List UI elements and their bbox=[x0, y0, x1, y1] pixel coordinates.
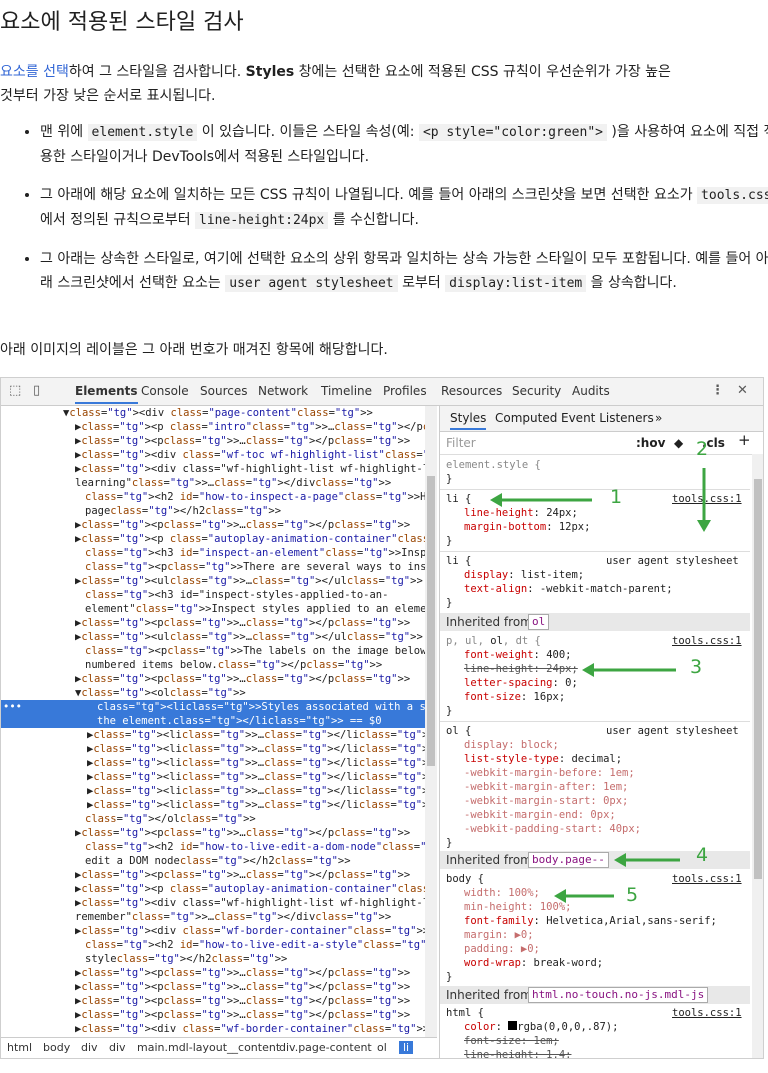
dom-node-line[interactable]: ▶class="tg"><pclass="tg">>…class="tg"></… bbox=[75, 434, 410, 448]
dom-node-line[interactable]: ▶class="tg"><p class="autoplay-animation… bbox=[75, 882, 425, 896]
device-mode-icon[interactable]: ▯ bbox=[33, 383, 40, 398]
dom-node-line[interactable]: class="tg"><h3 id="inspect-an-element"cl… bbox=[85, 546, 425, 560]
dom-node-line[interactable]: ▶class="tg"><pclass="tg">>…class="tg"></… bbox=[75, 1008, 410, 1022]
tab-resources[interactable]: Resources bbox=[441, 384, 502, 398]
annotation-arrows bbox=[490, 468, 711, 903]
dom-node-line[interactable]: ▶class="tg"><pclass="tg">>…class="tg"></… bbox=[75, 966, 410, 980]
select-element-link[interactable]: 요소를 선택 bbox=[0, 64, 69, 80]
dom-node-line[interactable]: ▶class="tg"><p class="intro"class="tg">>… bbox=[75, 420, 425, 434]
dom-node-line[interactable]: class="tg"><h2 id="how-to-inspect-a-page… bbox=[85, 490, 425, 504]
intro-paragraph: 요소를 선택하여 그 스타일을 검사합니다. Styles 창에는 선택한 요소… bbox=[0, 64, 671, 104]
tab-profiles[interactable]: Profiles bbox=[383, 384, 427, 398]
dom-node-line[interactable]: class="tg"><h2 id="how-to-live-edit-a-do… bbox=[85, 840, 425, 854]
breadcrumb-item[interactable]: div bbox=[109, 1041, 126, 1054]
dom-node-line[interactable]: class="tg"><pclass="tg">>There are sever… bbox=[85, 560, 425, 574]
more-menu-icon[interactable]: ⋮ bbox=[711, 383, 724, 398]
dom-node-line[interactable]: ▶class="tg"><liclass="tg">>…class="tg"><… bbox=[87, 798, 425, 812]
dom-node-line[interactable]: ▶class="tg"><liclass="tg">>…class="tg"><… bbox=[87, 742, 425, 756]
dom-node-line[interactable]: ▼class="tg"><olclass="tg">> bbox=[75, 686, 246, 700]
explanation-list: 맨 위에 element.style 이 있습니다. 이들은 스타일 속성(예:… bbox=[22, 120, 768, 310]
tab-sources[interactable]: Sources bbox=[200, 384, 247, 398]
devtools-toolbar: ⬚ ▯ Elements Console Sources Network Tim… bbox=[1, 378, 763, 406]
devtools-screenshot: ⬚ ▯ Elements Console Sources Network Tim… bbox=[0, 377, 764, 1059]
dom-node-line[interactable]: ▶class="tg"><pclass="tg">>…class="tg"></… bbox=[75, 672, 410, 686]
dom-node-line[interactable]: learning"class="tg">>…class="tg"></divcl… bbox=[75, 476, 391, 490]
tab-console[interactable]: Console bbox=[141, 384, 189, 398]
dom-node-line[interactable]: styleclass="tg"></h2class="tg">> bbox=[85, 952, 287, 966]
dom-tree: ▼class="tg"><div class="page-content"cla… bbox=[1, 406, 425, 1037]
list-item: 맨 위에 element.style 이 있습니다. 이들은 스타일 속성(예:… bbox=[40, 120, 768, 169]
dom-node-line[interactable]: class="tg"><pclass="tg">>The labels on t… bbox=[85, 644, 425, 658]
selected-node-dots: ••• bbox=[3, 701, 22, 713]
breadcrumb-item[interactable]: body bbox=[43, 1041, 70, 1054]
dom-node-line[interactable]: ▶class="tg"><pclass="tg">>…class="tg"></… bbox=[75, 616, 410, 630]
dom-node-line[interactable]: pageclass="tg"></h2class="tg">> bbox=[85, 504, 281, 518]
breadcrumb-item[interactable]: div.page-content bbox=[279, 1041, 372, 1054]
dom-tree-scrollbar[interactable] bbox=[425, 406, 437, 1037]
breadcrumb-item[interactable]: main.mdl-layout__content bbox=[137, 1041, 280, 1054]
breadcrumb-item[interactable]: html bbox=[7, 1041, 32, 1054]
dom-node-line[interactable]: ▶class="tg"><pclass="tg">>…class="tg"></… bbox=[75, 826, 410, 840]
inspect-element-icon[interactable]: ⬚ bbox=[9, 383, 21, 398]
dom-node-line[interactable]: ▼class="tg"><div class="page-content"cla… bbox=[63, 406, 373, 420]
dom-node-line[interactable]: numbered items below.class="tg"></pclass… bbox=[85, 658, 382, 672]
dom-node-line[interactable]: element"class="tg">>Inspect styles appli… bbox=[85, 602, 425, 616]
dom-node-selected[interactable]: class="tg"><liclass="tg">>Styles associa… bbox=[1, 700, 425, 714]
dom-node-selected[interactable]: the element.class="tg"></liclass="tg">> … bbox=[1, 714, 425, 728]
list-item: 그 아래는 상속한 스타일로, 여기에 선택한 요소의 상위 항목과 일치하는 … bbox=[40, 247, 768, 296]
dom-node-line[interactable]: ▶class="tg"><ulclass="tg">>…class="tg"><… bbox=[75, 630, 423, 644]
dom-node-line[interactable]: ▶class="tg"><div class="wf-toc wf-highli… bbox=[75, 448, 425, 462]
tab-audits[interactable]: Audits bbox=[572, 384, 610, 398]
dom-node-line[interactable]: ▶class="tg"><liclass="tg">>…class="tg"><… bbox=[87, 756, 425, 770]
dom-node-line[interactable]: ▶class="tg"><pclass="tg">>…class="tg"></… bbox=[75, 518, 410, 532]
breadcrumb-item[interactable]: div bbox=[81, 1041, 98, 1054]
dom-node-line[interactable]: ▶class="tg"><div class="wf-border-contai… bbox=[75, 924, 425, 938]
dom-node-line[interactable]: ▶class="tg"><pclass="tg">>…class="tg"></… bbox=[75, 868, 410, 882]
dom-node-line[interactable]: class="tg"><h2 id="how-to-live-edit-a-st… bbox=[85, 938, 425, 952]
dom-node-line[interactable]: ▶class="tg"><pclass="tg">>…class="tg"></… bbox=[75, 980, 410, 994]
dom-node-line[interactable]: edit a DOM nodeclass="tg"></h2class="tg"… bbox=[85, 854, 351, 868]
dom-node-line[interactable]: ▶class="tg"><div class="wf-highlight-lis… bbox=[75, 462, 425, 476]
dom-node-line[interactable]: ▶class="tg"><p class="autoplay-animation… bbox=[75, 532, 425, 546]
caption: 아래 이미지의 레이블은 그 아래 번호가 매겨진 항목에 해당합니다. bbox=[0, 342, 388, 358]
dom-node-line[interactable]: ▶class="tg"><div class="wf-border-contai… bbox=[75, 1022, 425, 1036]
styles-pane: Styles Computed Event Listeners » Filter… bbox=[439, 406, 763, 1058]
breadcrumb: html body div div main.mdl-layout__content di… bbox=[1, 1037, 437, 1058]
dom-node-line[interactable]: class="tg"></olclass="tg">> bbox=[85, 812, 256, 826]
dom-node-line[interactable]: ▶class="tg"><liclass="tg">>…class="tg"><… bbox=[87, 728, 425, 742]
tab-network[interactable]: Network bbox=[258, 384, 308, 398]
tab-security[interactable]: Security bbox=[512, 384, 561, 398]
tab-timeline[interactable]: Timeline bbox=[321, 384, 372, 398]
dom-node-line[interactable]: ▶class="tg"><ulclass="tg">>…class="tg"><… bbox=[75, 574, 423, 588]
breadcrumb-item[interactable]: li bbox=[399, 1041, 414, 1054]
page-title: 요소에 적용된 스타일 검사 bbox=[0, 10, 244, 35]
tab-elements[interactable]: Elements bbox=[75, 384, 138, 404]
close-icon[interactable]: ✕ bbox=[737, 383, 748, 398]
dom-node-line[interactable]: ▶class="tg"><pclass="tg">>…class="tg"></… bbox=[75, 994, 410, 1008]
dom-node-line[interactable]: ▶class="tg"><liclass="tg">>…class="tg"><… bbox=[87, 784, 425, 798]
dom-node-line[interactable]: ▶class="tg"><div class="wf-highlight-lis… bbox=[75, 896, 425, 910]
dom-node-line[interactable]: ▶class="tg"><liclass="tg">>…class="tg"><… bbox=[87, 770, 425, 784]
dom-node-line[interactable]: class="tg"><h3 id="inspect-styles-applie… bbox=[85, 588, 388, 602]
list-item: 그 아래에 해당 요소에 일치하는 모든 CSS 규칙이 나열됩니다. 예를 들… bbox=[40, 183, 768, 233]
dom-node-line[interactable]: remember"class="tg">>…class="tg"></divcl… bbox=[75, 910, 391, 924]
breadcrumb-item[interactable]: ol bbox=[377, 1041, 387, 1054]
